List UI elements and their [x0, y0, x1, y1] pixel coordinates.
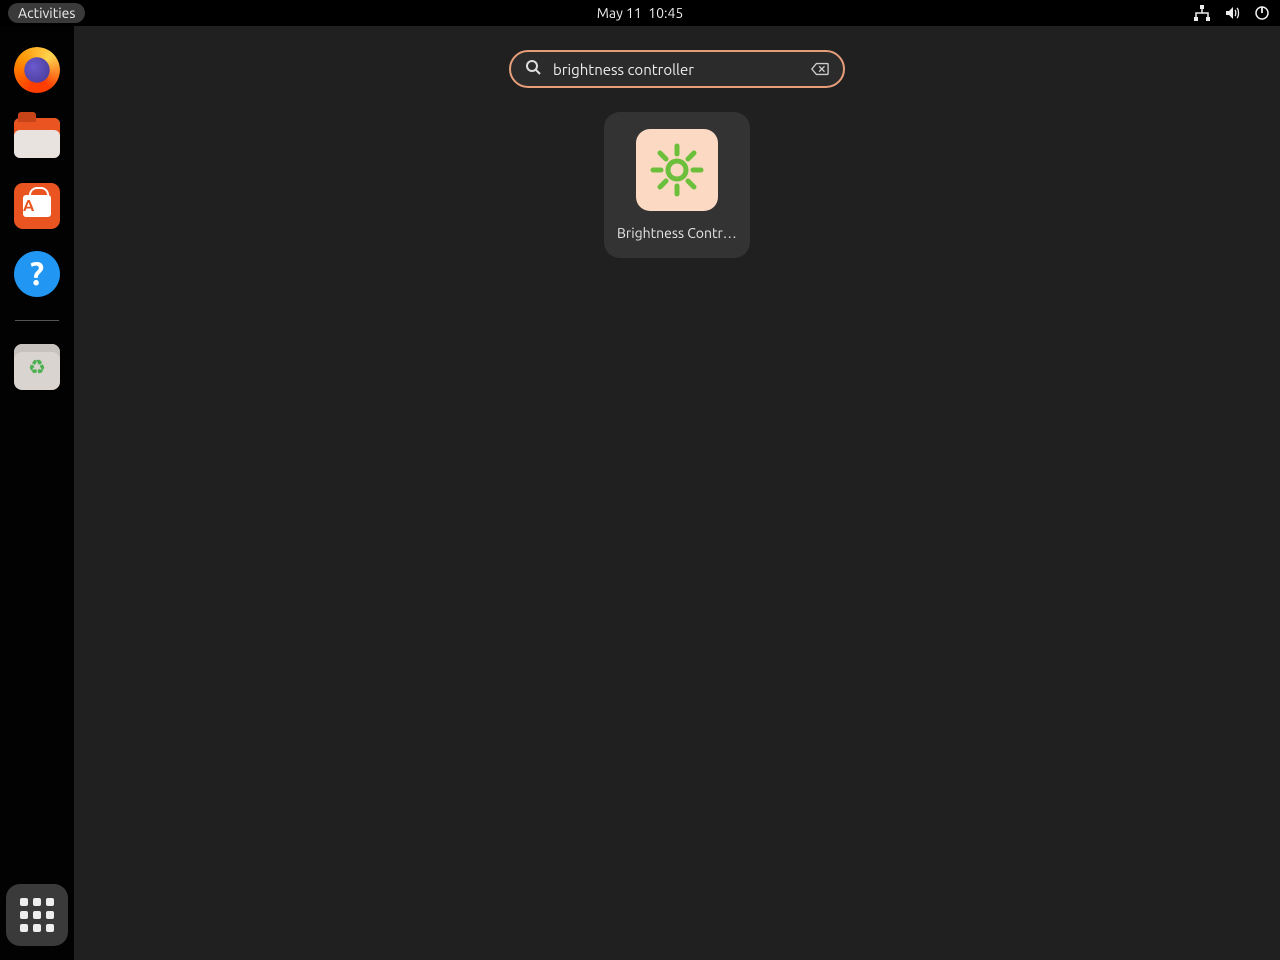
dock-item-firefox[interactable] [13, 46, 61, 94]
top-bar: Activities May 11 10:45 [0, 0, 1280, 26]
search-result-label: Brightness Controller [617, 225, 737, 241]
overview: Brightness Controller [74, 26, 1280, 960]
power-icon[interactable] [1254, 5, 1270, 21]
brightness-icon [636, 129, 718, 211]
volume-icon[interactable] [1224, 5, 1240, 21]
search-icon [525, 59, 541, 79]
files-icon [14, 118, 60, 158]
activities-button[interactable]: Activities [8, 3, 85, 23]
dock-item-help[interactable]: ? [13, 250, 61, 298]
backspace-icon [811, 62, 829, 76]
software-icon: A [14, 183, 60, 229]
firefox-icon [14, 47, 60, 93]
search-input[interactable] [553, 61, 799, 78]
activities-label: Activities [18, 5, 75, 21]
help-icon: ? [14, 251, 60, 297]
show-applications-button[interactable] [6, 884, 68, 946]
dock-item-trash[interactable]: ♻ [13, 343, 61, 391]
grid-icon [20, 898, 54, 932]
trash-icon: ♻ [14, 344, 60, 390]
search-bar[interactable] [509, 50, 845, 88]
clear-search-button[interactable] [811, 62, 829, 76]
dock-item-files[interactable] [13, 114, 61, 162]
system-tray[interactable] [1194, 5, 1270, 21]
search-result-brightness-controller[interactable]: Brightness Controller [604, 112, 750, 258]
dock-separator [15, 320, 59, 321]
clock[interactable]: May 11 10:45 [597, 5, 684, 21]
dock: A ? ♻ [0, 26, 74, 960]
dock-item-software[interactable]: A [13, 182, 61, 230]
network-wired-icon[interactable] [1194, 5, 1210, 21]
